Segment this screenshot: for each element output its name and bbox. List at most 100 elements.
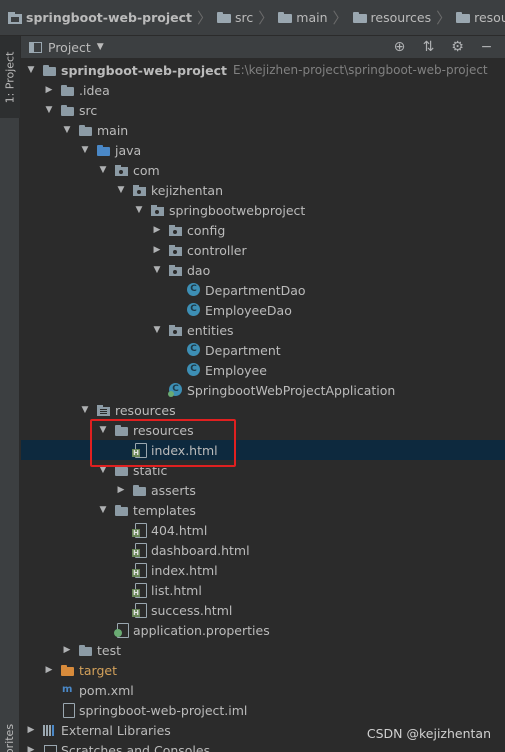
tree-node[interactable]: ▼ static — [21, 460, 505, 480]
resources-folder-icon — [96, 403, 112, 417]
tree-node[interactable]: pom.xml — [21, 680, 505, 700]
expand-arrow-icon[interactable]: ▼ — [151, 325, 163, 335]
resources-folder-icon — [352, 12, 367, 23]
collapse-all-icon[interactable]: ⇅ — [414, 39, 443, 55]
tree-node[interactable]: index.html — [21, 440, 505, 460]
expand-arrow-icon[interactable]: ▼ — [43, 105, 55, 115]
expand-arrow-icon[interactable]: ▼ — [79, 145, 91, 155]
excluded-folder-icon — [60, 663, 76, 677]
tree-node-label: dao — [187, 262, 211, 278]
class-icon — [186, 283, 202, 297]
tree-node[interactable]: DepartmentDao — [21, 280, 505, 300]
chevron-down-icon[interactable]: ▼ — [97, 42, 104, 52]
tree-node[interactable]: Department — [21, 340, 505, 360]
expand-arrow-icon[interactable]: ▼ — [79, 405, 91, 415]
expand-arrow-icon[interactable]: ▼ — [97, 165, 109, 175]
iml-file-icon — [60, 703, 76, 718]
tree-node[interactable]: ▶ test — [21, 640, 505, 660]
collapse-arrow-icon[interactable]: ▶ — [151, 225, 163, 235]
tree-node-label: springbootwebproject — [169, 202, 306, 218]
tree-node[interactable]: application.properties — [21, 620, 505, 640]
html-file-icon — [132, 583, 148, 598]
breadcrumb-item-resources[interactable]: resources — [352, 10, 431, 25]
tree-node[interactable]: ▼ springboot-web-project E:\kejizhen-proje… — [21, 60, 505, 80]
tree-node[interactable]: success.html — [21, 600, 505, 620]
collapse-arrow-icon[interactable]: ▶ — [25, 745, 37, 752]
tree-node-label: SpringbootWebProjectApplication — [187, 382, 396, 398]
tree-node[interactable]: ▶ target — [21, 660, 505, 680]
project-view-selector[interactable]: Project — [48, 40, 91, 55]
tree-node-label: resources — [133, 422, 194, 438]
tree-node[interactable]: ▼ templates — [21, 500, 505, 520]
tree-node[interactable]: springboot-web-project.iml — [21, 700, 505, 720]
tree-node[interactable]: ▼ kejizhentan — [21, 180, 505, 200]
tree-node[interactable]: ▼ com — [21, 160, 505, 180]
package-icon — [168, 263, 184, 277]
expand-arrow-icon[interactable]: ▼ — [61, 125, 73, 135]
tree-node[interactable]: ▶ asserts — [21, 480, 505, 500]
tree-node-label: springboot-web-project.iml — [79, 702, 248, 718]
collapse-arrow-icon[interactable]: ▶ — [151, 245, 163, 255]
tree-node[interactable]: ▼ resources — [21, 400, 505, 420]
tree-node-label: Department — [205, 342, 281, 358]
tree-node[interactable]: ▼ src — [21, 100, 505, 120]
tree-node[interactable]: 404.html — [21, 520, 505, 540]
expand-arrow-icon[interactable]: ▼ — [97, 505, 109, 515]
folder-icon — [78, 123, 94, 137]
tree-node-label: templates — [133, 502, 196, 518]
html-file-icon — [132, 523, 148, 538]
tree-node-label: resources — [115, 402, 176, 418]
breadcrumb-item-resources-sub[interactable]: resources — [456, 10, 505, 25]
breadcrumb-item-project[interactable]: springboot-web-project — [8, 10, 192, 25]
tree-node[interactable]: ▼ dao — [21, 260, 505, 280]
folder-icon — [132, 483, 148, 497]
folder-icon — [42, 63, 58, 77]
tree-node[interactable]: list.html — [21, 580, 505, 600]
minimize-icon[interactable]: − — [472, 39, 501, 55]
breadcrumb-item-main[interactable]: main — [278, 10, 328, 25]
tree-node[interactable]: SpringbootWebProjectApplication — [21, 380, 505, 400]
folder-icon — [114, 423, 130, 437]
settings-icon[interactable]: ⚙ — [443, 39, 472, 55]
tree-node-label: .idea — [79, 82, 110, 98]
tree-node-label: application.properties — [133, 622, 270, 638]
html-file-icon — [132, 443, 148, 458]
tree-node-label: entities — [187, 322, 234, 338]
tree-node-label: Employee — [205, 362, 267, 378]
package-icon — [168, 243, 184, 257]
locate-icon[interactable]: ⊕ — [385, 39, 414, 55]
tree-node-label: static — [133, 462, 168, 478]
tree-node[interactable]: ▼ java — [21, 140, 505, 160]
tree-node-label: src — [79, 102, 98, 118]
tree-node-label: list.html — [151, 582, 202, 598]
tree-node[interactable]: Employee — [21, 360, 505, 380]
expand-arrow-icon[interactable]: ▼ — [25, 65, 37, 75]
tree-node[interactable]: ▶ config — [21, 220, 505, 240]
collapse-arrow-icon[interactable]: ▶ — [61, 645, 73, 655]
expand-arrow-icon[interactable]: ▼ — [133, 205, 145, 215]
expand-arrow-icon[interactable]: ▼ — [97, 465, 109, 475]
expand-arrow-icon[interactable]: ▼ — [151, 265, 163, 275]
tree-node[interactable]: ▼ main — [21, 120, 505, 140]
tree-node[interactable]: ▶ Scratches and Consoles — [21, 740, 505, 752]
source-folder-icon — [96, 143, 112, 157]
project-panel-header: Project ▼ ⊕ ⇅ ⚙ − — [21, 36, 505, 58]
expand-arrow-icon[interactable]: ▼ — [115, 185, 127, 195]
tree-node[interactable]: dashboard.html — [21, 540, 505, 560]
breadcrumb-item-src[interactable]: src — [217, 10, 253, 25]
collapse-arrow-icon[interactable]: ▶ — [25, 725, 37, 735]
collapse-arrow-icon[interactable]: ▶ — [43, 665, 55, 675]
collapse-arrow-icon[interactable]: ▶ — [115, 485, 127, 495]
tree-node-label: config — [187, 222, 226, 238]
tree-node[interactable]: ▼ entities — [21, 320, 505, 340]
tree-node[interactable]: ▶ .idea — [21, 80, 505, 100]
tree-node[interactable]: EmployeeDao — [21, 300, 505, 320]
tree-node[interactable]: ▼ resources — [21, 420, 505, 440]
collapse-arrow-icon[interactable]: ▶ — [43, 85, 55, 95]
expand-arrow-icon[interactable]: ▼ — [97, 425, 109, 435]
project-tool-tab[interactable]: 1: Project — [0, 36, 20, 118]
tree-node[interactable]: index.html — [21, 560, 505, 580]
favorites-tool-tab[interactable]: orites — [0, 712, 20, 752]
tree-node[interactable]: ▼ springbootwebproject — [21, 200, 505, 220]
tree-node[interactable]: ▶ controller — [21, 240, 505, 260]
